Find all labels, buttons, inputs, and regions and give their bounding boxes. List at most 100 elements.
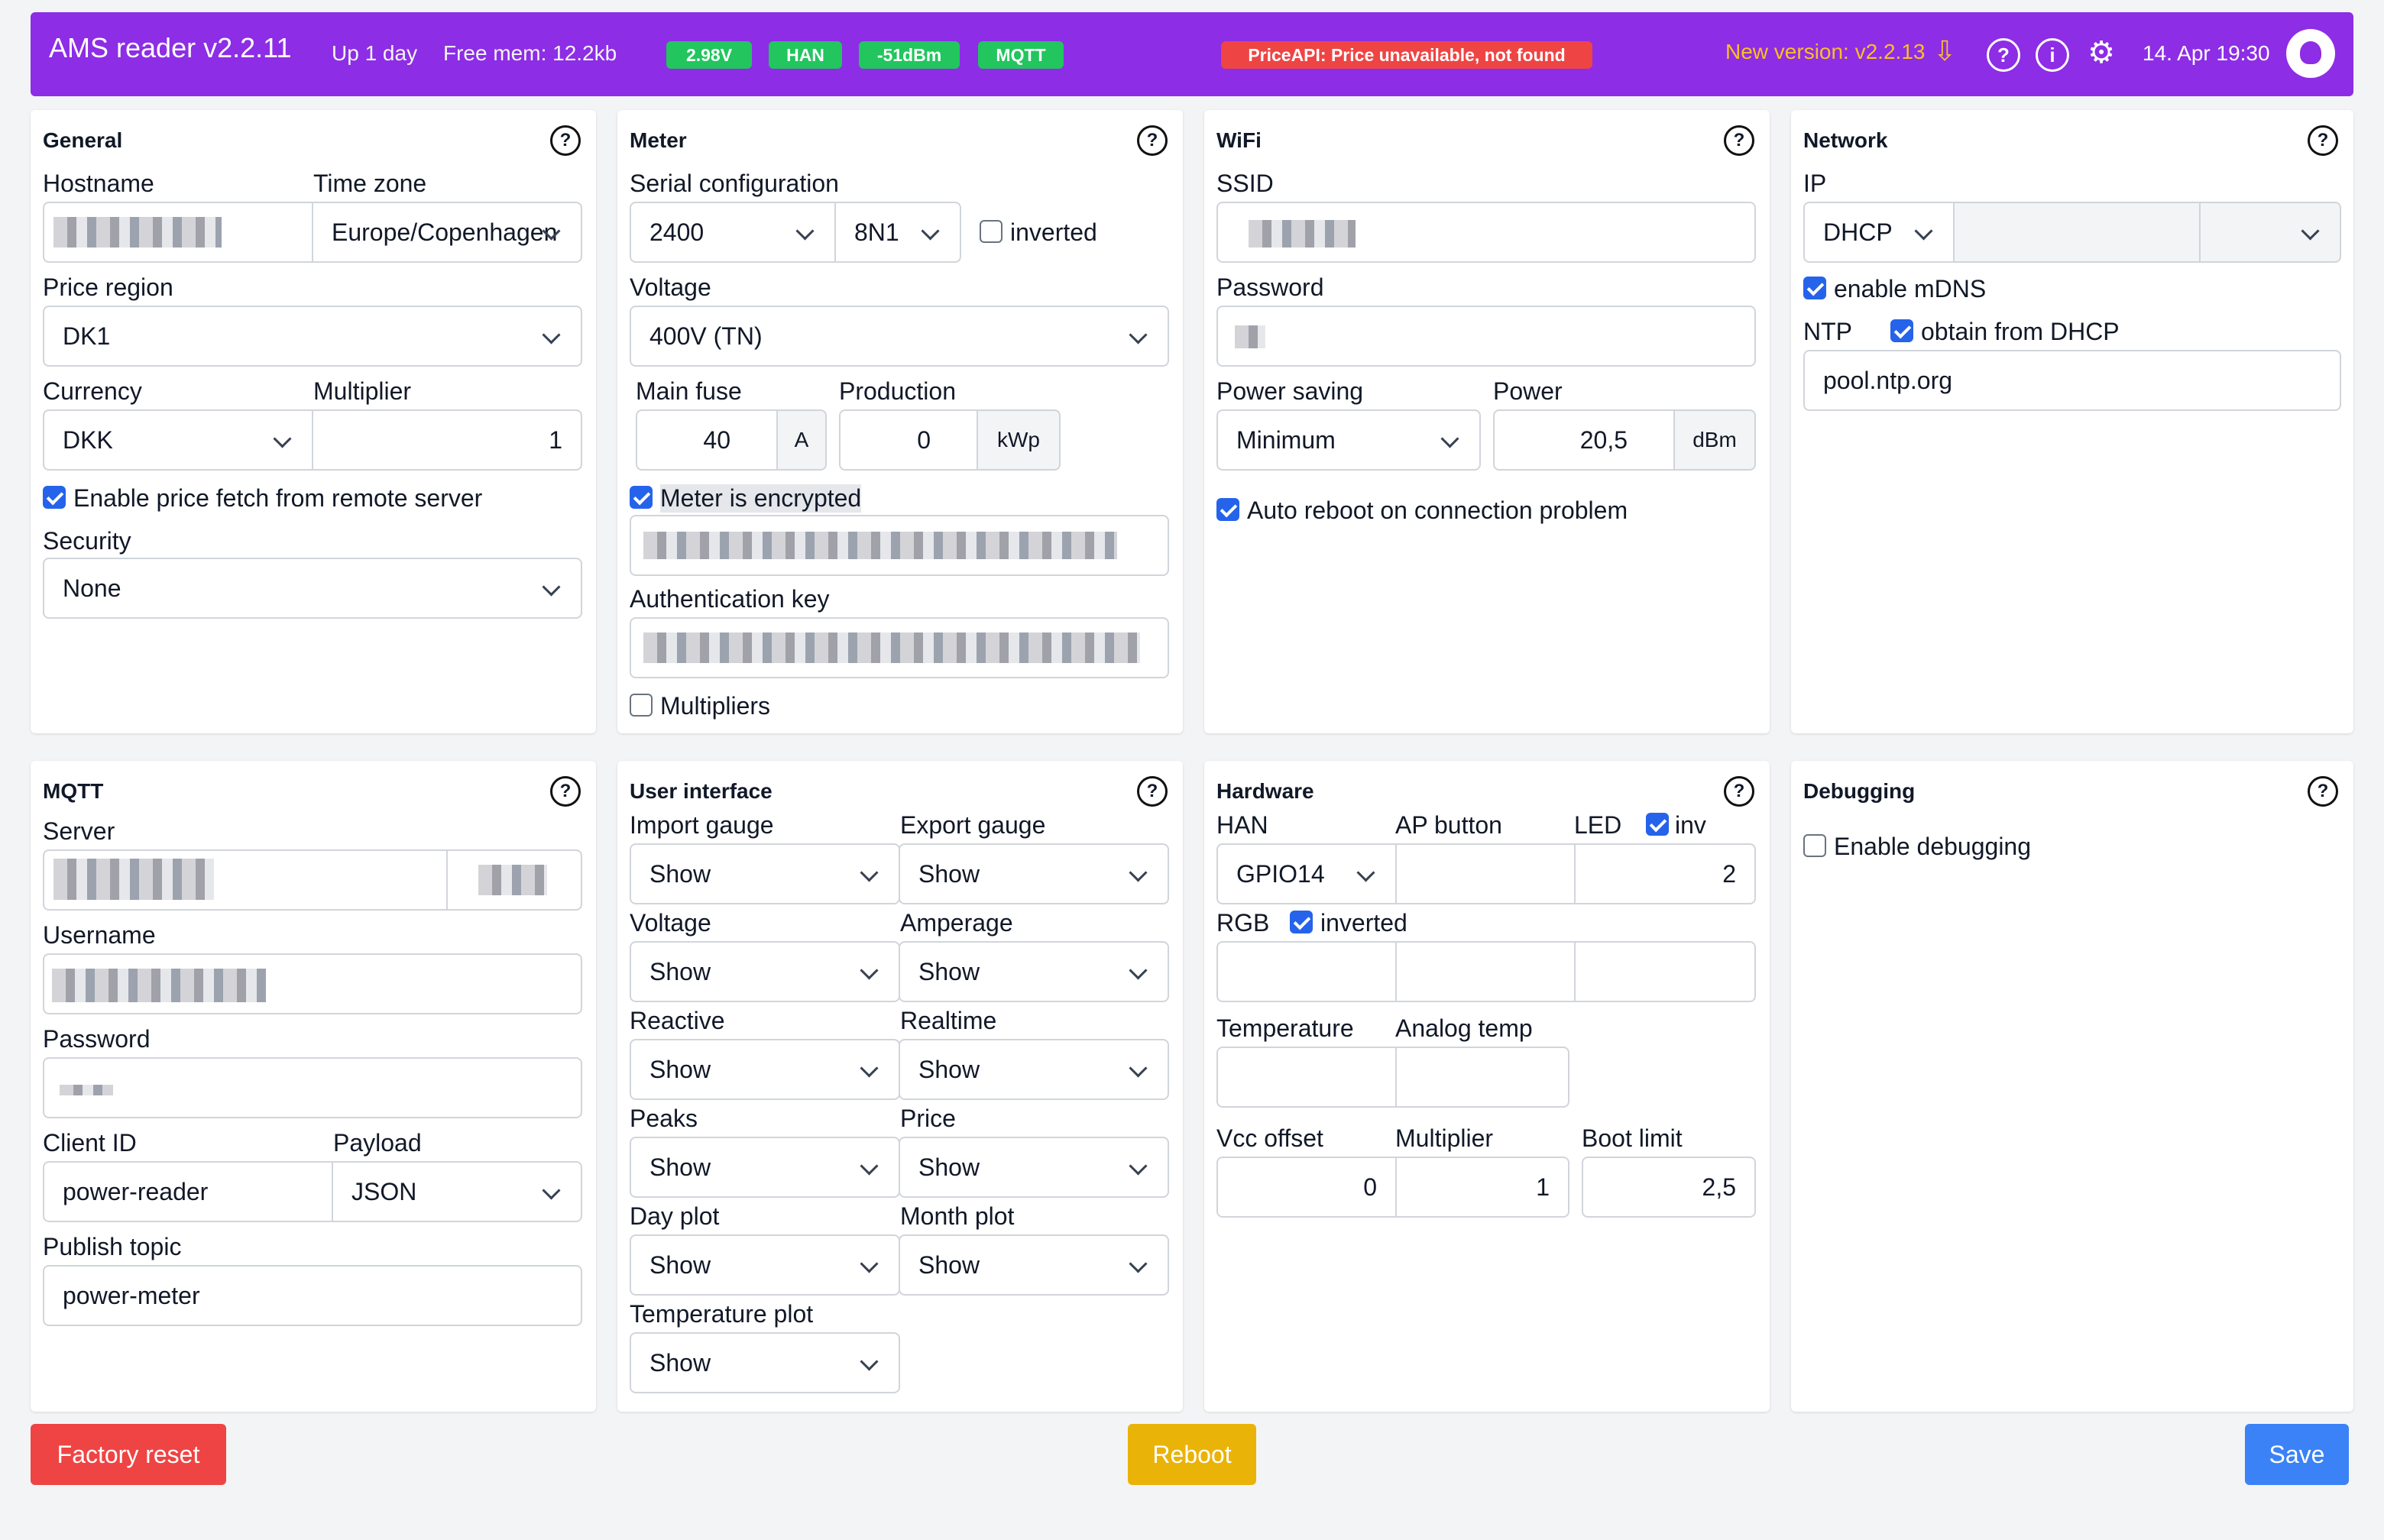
ui-temperature-plot-select[interactable]: Show [630, 1332, 900, 1393]
gear-icon[interactable]: ⚙ [2084, 37, 2118, 72]
main-fuse-unit: A [776, 409, 827, 471]
ap-button-label: AP button [1395, 811, 1502, 839]
production-input[interactable]: 0 [839, 409, 978, 471]
production-label: Production [839, 377, 956, 405]
ui-month-plot-select[interactable]: Show [899, 1234, 1169, 1296]
github-icon[interactable] [2286, 29, 2335, 78]
mqtt-username-input[interactable] [43, 953, 582, 1014]
vcc-multiplier-label: Multiplier [1395, 1124, 1494, 1152]
timezone-select[interactable]: Europe/Copenhagen [312, 202, 582, 263]
mqtt-port-input[interactable] [446, 849, 582, 911]
wifi-password-label: Password [1216, 273, 1324, 301]
help-icon[interactable]: ? [550, 776, 581, 807]
mqtt-server-input[interactable] [43, 849, 448, 911]
mqtt-username-label: Username [43, 921, 156, 949]
help-icon[interactable]: ? [1137, 776, 1168, 807]
ntp-dhcp-checkbox[interactable] [1890, 319, 1913, 342]
parity-select[interactable]: 8N1 [834, 202, 961, 263]
mdns-checkbox[interactable] [1803, 277, 1826, 299]
network-title: Network [1803, 128, 1888, 152]
auto-reboot-checkbox[interactable] [1216, 498, 1239, 521]
ui-realtime-select[interactable]: Show [899, 1039, 1169, 1100]
client-id-input[interactable]: power-reader [43, 1161, 333, 1222]
temperature-input[interactable] [1216, 1047, 1397, 1108]
power-unit: dBm [1673, 409, 1756, 471]
publish-topic-input[interactable]: power-meter [43, 1265, 582, 1326]
rgb-inverted-label: inverted [1320, 909, 1407, 937]
rgb-inverted-checkbox[interactable] [1290, 911, 1313, 933]
vcc-offset-input[interactable]: 0 [1216, 1157, 1397, 1218]
rgb-green-input[interactable] [1395, 941, 1576, 1002]
security-select[interactable]: None [43, 558, 582, 619]
wifi-password-input[interactable] [1216, 306, 1756, 367]
enable-debugging-checkbox[interactable] [1803, 834, 1826, 857]
help-icon[interactable]: ? [1987, 38, 2020, 72]
ip-address-input[interactable] [1953, 202, 2201, 263]
ui-amperage-select[interactable]: Show [899, 941, 1169, 1002]
led-inverted-checkbox[interactable] [1646, 813, 1669, 836]
import-gauge-select[interactable]: Show [630, 843, 900, 904]
ui-price-select[interactable]: Show [899, 1137, 1169, 1198]
multiplier-input[interactable]: 1 [312, 409, 582, 471]
help-icon[interactable]: ? [1137, 125, 1168, 156]
ui-price-label: Price [900, 1105, 956, 1132]
ssid-label: SSID [1216, 170, 1274, 197]
meter-encrypted-label: Meter is encrypted [660, 484, 862, 513]
boot-limit-input[interactable]: 2,5 [1582, 1157, 1756, 1218]
price-fetch-checkbox[interactable] [43, 486, 66, 509]
encryption-key-input[interactable] [630, 515, 1169, 576]
ui-reactive-select[interactable]: Show [630, 1039, 900, 1100]
hostname-input[interactable] [43, 202, 313, 263]
auth-key-input[interactable] [630, 617, 1169, 678]
save-button[interactable]: Save [2245, 1424, 2349, 1485]
voltage-label: Voltage [630, 273, 711, 301]
analog-temp-input[interactable] [1395, 1047, 1569, 1108]
help-icon[interactable]: ? [1724, 776, 1754, 807]
ssid-input[interactable] [1216, 202, 1756, 263]
voltage-badge: 2.98V [666, 41, 752, 69]
app-title[interactable]: AMS reader v2.2.11 [49, 32, 292, 64]
mqtt-password-input[interactable] [43, 1057, 582, 1118]
power-saving-select[interactable]: Minimum [1216, 409, 1481, 471]
serial-inverted-label: inverted [1010, 218, 1097, 246]
price-region-select[interactable]: DK1 [43, 306, 582, 367]
reboot-button[interactable]: Reboot [1128, 1424, 1256, 1485]
meter-encrypted-checkbox[interactable] [630, 486, 653, 509]
download-icon[interactable]: ⇩ [1933, 35, 1956, 67]
led-pin-input[interactable]: 2 [1574, 843, 1756, 904]
power-label: Power [1493, 377, 1563, 405]
serial-inverted-checkbox[interactable] [980, 220, 1003, 243]
help-icon[interactable]: ? [550, 125, 581, 156]
vcc-multiplier-input[interactable]: 1 [1395, 1157, 1569, 1218]
export-gauge-select[interactable]: Show [899, 843, 1169, 904]
multipliers-checkbox[interactable] [630, 694, 653, 717]
rgb-blue-input[interactable] [1574, 941, 1756, 1002]
baud-select[interactable]: 2400 [630, 202, 836, 263]
led-inverted-label: inv [1675, 811, 1706, 839]
new-version-link[interactable]: New version: v2.2.13 [1725, 40, 1925, 64]
ip-mode-select[interactable]: DHCP [1803, 202, 1955, 263]
han-pin-select[interactable]: GPIO14 [1216, 843, 1397, 904]
factory-reset-button[interactable]: Factory reset [31, 1424, 226, 1485]
security-label: Security [43, 527, 131, 555]
voltage-select[interactable]: 400V (TN) [630, 306, 1169, 367]
power-input[interactable]: 20,5 [1493, 409, 1675, 471]
info-icon[interactable]: i [2036, 38, 2069, 72]
main-fuse-input[interactable]: 40 [636, 409, 778, 471]
ui-voltage-select[interactable]: Show [630, 941, 900, 1002]
ui-peaks-select[interactable]: Show [630, 1137, 900, 1198]
help-icon[interactable]: ? [2308, 125, 2338, 156]
ntp-server-input[interactable]: pool.ntp.org [1803, 350, 2341, 411]
help-icon[interactable]: ? [2308, 776, 2338, 807]
ap-button-input[interactable] [1395, 843, 1576, 904]
han-label: HAN [1216, 811, 1268, 839]
rgb-red-input[interactable] [1216, 941, 1397, 1002]
ui-reactive-label: Reactive [630, 1007, 725, 1034]
payload-select[interactable]: JSON [332, 1161, 582, 1222]
currency-select[interactable]: DKK [43, 409, 313, 471]
ui-day-plot-select[interactable]: Show [630, 1234, 900, 1296]
subnet-select[interactable] [2199, 202, 2341, 263]
help-icon[interactable]: ? [1724, 125, 1754, 156]
wifi-card: WiFi ? SSID Password Power saving Power … [1204, 110, 1770, 733]
mqtt-password-label: Password [43, 1025, 151, 1053]
